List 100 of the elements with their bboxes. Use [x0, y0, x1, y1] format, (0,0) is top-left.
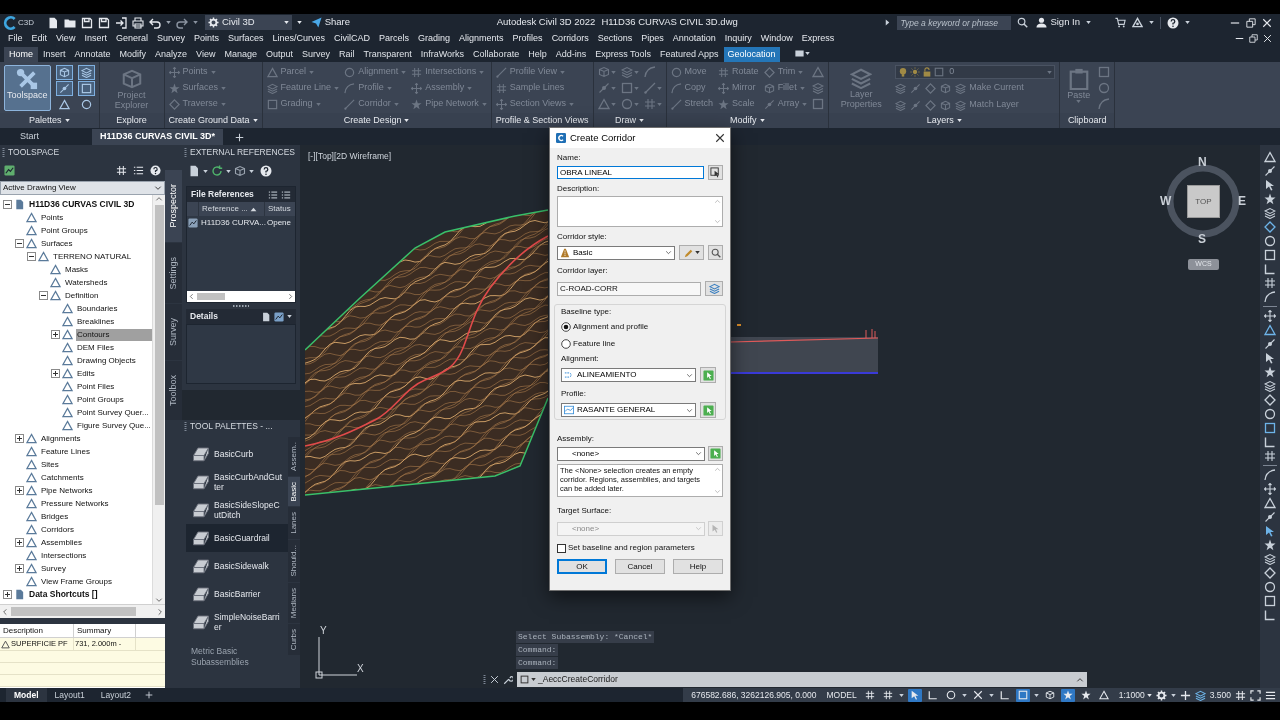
grid-icon[interactable] [116, 165, 127, 176]
description-field[interactable] [557, 196, 723, 227]
refresh-icon[interactable] [211, 165, 223, 177]
menu-item[interactable]: Surfaces [227, 31, 264, 46]
menu-item[interactable]: File [8, 31, 23, 46]
grip-icon[interactable] [2, 147, 5, 158]
gear-icon[interactable] [1155, 689, 1167, 701]
triangle-icon[interactable] [1264, 497, 1276, 509]
compass-east-label[interactable]: E [1238, 195, 1246, 207]
tree-item[interactable]: Watersheds [64, 276, 109, 289]
menu-item[interactable]: View [56, 31, 76, 46]
ribbon-tab[interactable]: Insert [39, 47, 70, 62]
collapse-box-icon[interactable] [3, 200, 12, 209]
command-line-field[interactable]: _AeccCreateCorridor [517, 672, 1087, 687]
save-icon[interactable] [97, 16, 110, 29]
square-icon[interactable] [1264, 249, 1276, 261]
dialog-button[interactable]: Help [673, 559, 723, 574]
caret-icon[interactable] [296, 21, 302, 24]
assembly-dropdown[interactable]: <none> [557, 446, 705, 461]
caret-icon[interactable] [1149, 21, 1154, 24]
side-tab[interactable]: Prospector [165, 170, 182, 242]
tree-item[interactable]: Pressure Networks [40, 497, 110, 510]
circle-icon[interactable] [1264, 581, 1276, 593]
menu-item[interactable]: Inquiry [724, 31, 752, 46]
caret-icon[interactable] [249, 169, 254, 173]
checkbox[interactable] [557, 543, 566, 553]
ribbon-tab[interactable]: Featured Apps [656, 47, 723, 62]
grip-icon[interactable] [184, 147, 187, 158]
dialog-button[interactable]: Cancel [615, 559, 665, 574]
menu-item[interactable]: Corridors [551, 31, 589, 46]
ribbon-tab[interactable]: InfraWorks [416, 47, 469, 62]
tree-item[interactable]: Assemblies [40, 536, 83, 549]
palette-item[interactable]: BasicCurb [186, 440, 288, 468]
menu-item[interactable]: Profiles [512, 31, 543, 46]
share-button[interactable]: Share [310, 15, 350, 30]
layer-button[interactable] [705, 281, 723, 296]
menu-item[interactable]: Window [760, 31, 793, 46]
tree-item[interactable]: Feature Lines [40, 445, 91, 458]
palette-button[interactable] [55, 64, 73, 80]
tree-item[interactable]: Definition [64, 289, 100, 302]
collapse-box-icon[interactable] [27, 252, 36, 261]
menu-item[interactable]: Grading [418, 31, 451, 46]
star-icon[interactable] [1264, 366, 1276, 378]
menu-item[interactable]: Edit [31, 31, 48, 46]
menu-item[interactable]: CivilCAD [334, 31, 371, 46]
tree-item[interactable]: Pipe Networks [40, 484, 94, 497]
palette-tab[interactable]: Basic [288, 476, 300, 507]
caret-icon[interactable] [1170, 693, 1176, 697]
palette-item[interactable]: BasicGuardrail [186, 524, 288, 552]
palette-button[interactable] [77, 80, 95, 96]
menu-item[interactable]: General [115, 31, 148, 46]
caret-icon[interactable] [226, 169, 231, 173]
ribbon-tab[interactable]: Transparent [359, 47, 416, 62]
profile-dropdown[interactable]: RASANTE GENERAL [561, 403, 696, 417]
ribbon-tab[interactable]: View [192, 47, 220, 62]
expand-box-icon[interactable] [15, 486, 24, 495]
ribbon-tab[interactable]: Output [262, 47, 298, 62]
tree-item[interactable]: Sites [40, 458, 60, 471]
plus-icon[interactable] [1179, 689, 1191, 701]
workspace-dropdown[interactable]: Civil 3D [204, 15, 292, 30]
vertical-scrollbar[interactable] [152, 195, 165, 604]
fullscreen-icon[interactable] [1250, 689, 1261, 701]
wrench-icon[interactable] [503, 674, 513, 685]
node-icon[interactable] [910, 82, 922, 94]
caret-icon[interactable] [639, 119, 645, 122]
tree-item[interactable]: Point Groups [40, 224, 89, 237]
scrollbar-thumb[interactable] [154, 205, 164, 505]
palette-tab[interactable]: Lanes [288, 507, 300, 540]
palette-item[interactable]: BasicCurbAndGutter [186, 468, 288, 496]
viewcube-top-face[interactable]: TOP [1187, 185, 1220, 218]
tree-item[interactable]: Masks [64, 263, 90, 276]
tree-item[interactable]: Surfaces [40, 237, 74, 250]
menu-item[interactable]: Insert [84, 31, 107, 46]
save-icon[interactable] [80, 16, 93, 29]
menu-icon[interactable] [1265, 689, 1276, 701]
palette-item[interactable]: SimpleNoiseBarrier [186, 608, 288, 636]
caret-icon[interactable] [404, 119, 410, 122]
tree-item[interactable]: Breaklines [76, 315, 116, 328]
expand-box-icon[interactable] [15, 564, 24, 573]
palette-tab[interactable]: Medians [288, 582, 300, 624]
layers-icon[interactable] [1194, 689, 1206, 701]
menu-item[interactable]: Pipes [641, 31, 664, 46]
grid-icon[interactable] [1235, 689, 1246, 701]
expand-box-icon[interactable] [51, 330, 60, 339]
layer-field[interactable]: C-ROAD-CORR [557, 281, 701, 296]
tree-item[interactable]: Data Shortcuts [] [28, 588, 99, 601]
panel-title[interactable]: Palettes [29, 113, 62, 128]
undo-icon[interactable] [148, 16, 161, 29]
viewport-controls[interactable]: [-][Top][2D Wireframe] [308, 150, 392, 163]
tree-item[interactable]: Boundaries [76, 302, 119, 315]
layout-tab[interactable]: Layout2 [92, 688, 140, 702]
list-icon[interactable] [268, 189, 278, 200]
layout-tab[interactable]: Layout1 [46, 688, 93, 702]
name-field[interactable]: OBRA LINEAL [557, 166, 704, 179]
tree-item[interactable]: View Frame Groups [40, 575, 113, 588]
grid-icon[interactable] [1264, 450, 1276, 462]
tree-item[interactable]: DEM Files [76, 341, 115, 354]
plus-icon[interactable] [145, 691, 154, 699]
expand-box-icon[interactable] [15, 538, 24, 547]
compass-west-label[interactable]: W [1160, 195, 1172, 207]
